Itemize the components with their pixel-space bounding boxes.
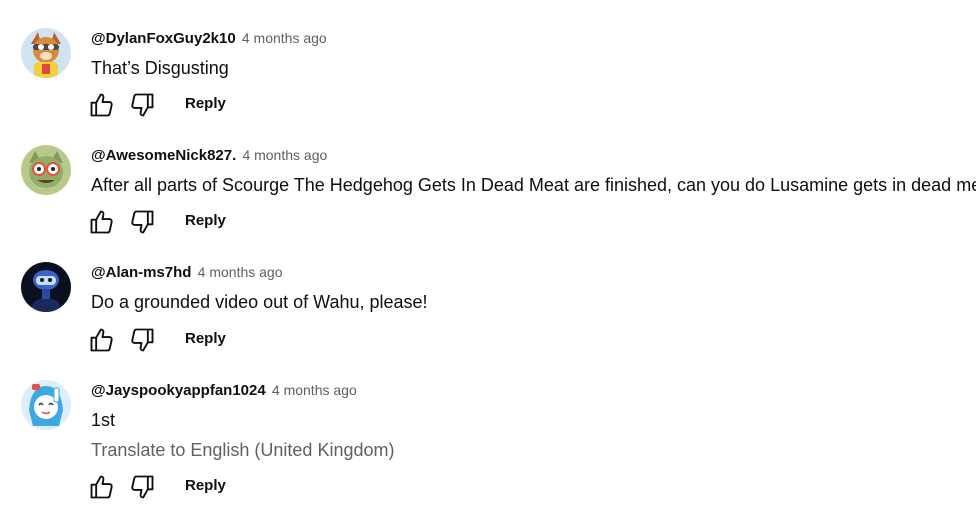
comment-text: After all parts of Scourge The Hedgehog …	[91, 175, 976, 195]
avatar-image	[21, 145, 71, 195]
avatar[interactable]	[21, 380, 71, 430]
thumbs-up-icon	[90, 475, 113, 499]
comment-header: @DylanFoxGuy2k10 4 months ago	[91, 28, 327, 49]
dislike-button[interactable]	[128, 473, 156, 501]
author-name[interactable]: @Jayspookyappfan1024	[91, 382, 266, 399]
avatar[interactable]	[21, 28, 71, 78]
avatar-image	[21, 380, 71, 430]
thumbs-up-icon	[90, 210, 113, 234]
thumbs-down-icon	[131, 328, 154, 352]
comment-header: @Jayspookyappfan1024 4 months ago	[91, 380, 357, 401]
reply-button[interactable]: Reply	[185, 94, 226, 114]
comment-header: @AwesomeNick827. 4 months ago	[91, 145, 327, 166]
dislike-button[interactable]	[128, 326, 156, 354]
comment-text: That’s Disgusting	[91, 58, 229, 78]
dislike-button[interactable]	[128, 208, 156, 236]
thumbs-down-icon	[131, 210, 154, 234]
thumbs-down-icon	[131, 93, 154, 117]
comment-time[interactable]: 4 months ago	[242, 30, 327, 46]
avatar-image	[21, 28, 71, 78]
reply-button[interactable]: Reply	[185, 476, 226, 496]
avatar[interactable]	[21, 145, 71, 195]
author-name[interactable]: @Alan-ms7hd	[91, 264, 191, 281]
like-button[interactable]	[88, 208, 116, 236]
like-button[interactable]	[88, 326, 116, 354]
avatar-image	[21, 262, 71, 312]
thumbs-up-icon	[90, 328, 113, 352]
thumbs-down-icon	[131, 475, 154, 499]
avatar[interactable]	[21, 262, 71, 312]
comment-time[interactable]: 4 months ago	[198, 264, 283, 280]
thumbs-up-icon	[90, 93, 113, 117]
author-name[interactable]: @DylanFoxGuy2k10	[91, 30, 236, 47]
comment-text: 1st	[91, 410, 116, 430]
comment-time[interactable]: 4 months ago	[242, 147, 327, 163]
comment-text: Do a grounded video out of Wahu, please!	[91, 292, 428, 312]
like-button[interactable]	[88, 91, 116, 119]
dislike-button[interactable]	[128, 91, 156, 119]
author-name[interactable]: @AwesomeNick827.	[91, 147, 236, 164]
like-button[interactable]	[88, 473, 116, 501]
reply-button[interactable]: Reply	[185, 211, 226, 231]
translate-link[interactable]: Translate to English (United Kingdom)	[91, 439, 394, 461]
reply-button[interactable]: Reply	[185, 329, 226, 349]
comment-header: @Alan-ms7hd 4 months ago	[91, 262, 283, 283]
comment-time[interactable]: 4 months ago	[272, 382, 357, 398]
